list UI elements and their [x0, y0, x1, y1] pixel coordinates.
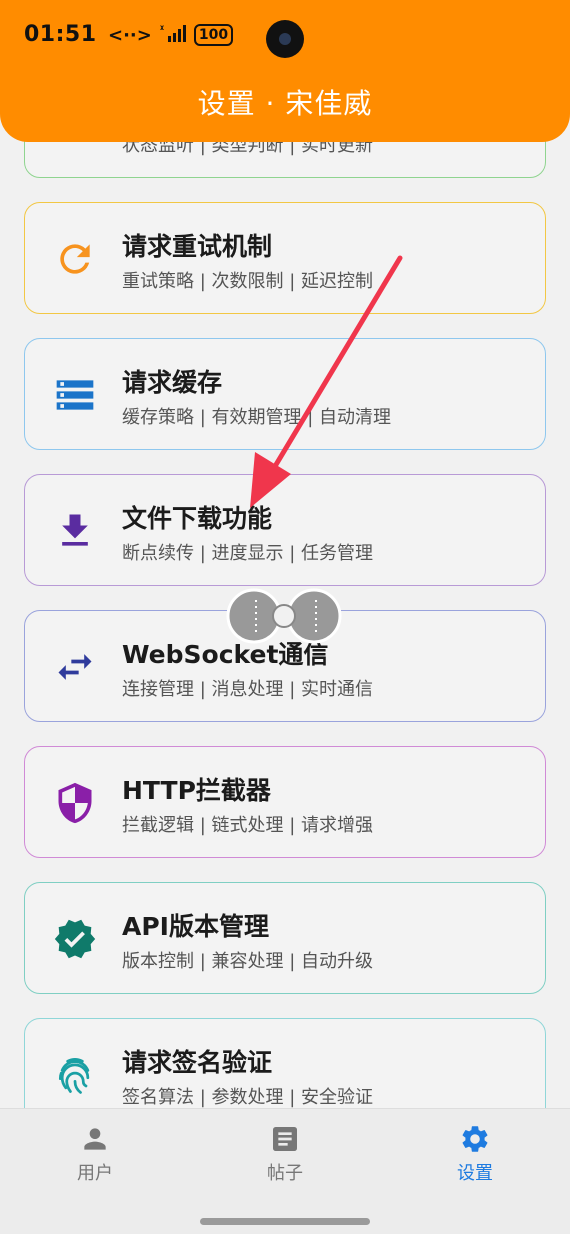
- status-time: 01:51: [24, 22, 97, 47]
- swap-icon: [53, 645, 97, 689]
- card-file-download[interactable]: 文件下载功能 断点续传 | 进度显示 | 任务管理: [24, 474, 546, 586]
- nav-item-users[interactable]: 用户: [35, 1123, 155, 1185]
- nav-label: 设置: [457, 1163, 493, 1184]
- gear-icon: [462, 1126, 488, 1152]
- card-subtitle: 签名算法 | 参数处理 | 安全验证: [122, 1087, 374, 1108]
- card-http-interceptor[interactable]: HTTP拦截器 拦截逻辑 | 链式处理 | 请求增强: [24, 746, 546, 858]
- storage-icon: [53, 373, 97, 417]
- bottom-navigation: 用户 帖子 设置: [0, 1108, 570, 1234]
- card-request-signature[interactable]: 请求签名验证 签名算法 | 参数处理 | 安全验证: [24, 1018, 546, 1108]
- card-subtitle: 版本控制 | 兼容处理 | 自动升级: [122, 951, 374, 972]
- status-bar: 01:51 <··> ᵡ 100: [0, 0, 570, 72]
- nav-label: 帖子: [267, 1163, 303, 1184]
- card-request-cache[interactable]: 请求缓存 缓存策略 | 有效期管理 | 自动清理: [24, 338, 546, 450]
- card-title: API版本管理: [122, 912, 269, 941]
- app-header: 01:51 <··> ᵡ 100 设置 · 宋佳威: [0, 0, 570, 142]
- settings-list[interactable]: 状态监听 | 类型判断 | 实时更新 请求重试机制 重试策略 | 次数限制 | …: [0, 0, 570, 1108]
- card-title: 请求签名验证: [122, 1048, 273, 1077]
- refresh-icon: [53, 237, 97, 281]
- card-subtitle: 重试策略 | 次数限制 | 延迟控制: [122, 271, 374, 292]
- card-subtitle: 缓存策略 | 有效期管理 | 自动清理: [122, 407, 392, 428]
- card-title: HTTP拦截器: [122, 776, 271, 805]
- download-icon: [53, 509, 97, 553]
- shield-icon: [53, 781, 97, 825]
- article-icon: [273, 1127, 297, 1151]
- nav-item-settings[interactable]: 设置: [415, 1123, 535, 1185]
- card-title: 请求重试机制: [122, 232, 273, 261]
- status-icons: <··> ᵡ 100: [108, 22, 234, 48]
- card-title: 请求缓存: [122, 368, 223, 397]
- card-api-version[interactable]: API版本管理 版本控制 | 兼容处理 | 自动升级: [24, 882, 546, 994]
- battery-indicator: 100: [193, 24, 234, 46]
- card-subtitle: 连接管理 | 消息处理 | 实时通信: [122, 679, 374, 700]
- card-title: 文件下载功能: [122, 504, 273, 533]
- signal-icon: ᵡ: [160, 23, 186, 48]
- person-icon: [84, 1128, 106, 1150]
- nav-label: 用户: [77, 1163, 113, 1184]
- nav-item-posts[interactable]: 帖子: [225, 1123, 345, 1185]
- verified-icon: [53, 917, 97, 961]
- signal-mark: ᵡ: [160, 24, 164, 35]
- card-subtitle: 拦截逻辑 | 链式处理 | 请求增强: [122, 815, 374, 836]
- page-title: 设置 · 宋佳威: [197, 87, 373, 120]
- card-subtitle: 断点续传 | 进度显示 | 任务管理: [122, 543, 374, 564]
- network-activity-icon: <··>: [108, 24, 152, 46]
- home-indicator[interactable]: [200, 1218, 370, 1225]
- front-camera: [266, 20, 304, 58]
- card-request-retry[interactable]: 请求重试机制 重试策略 | 次数限制 | 延迟控制: [24, 202, 546, 314]
- fingerprint-icon: [53, 1053, 97, 1097]
- binoculars-icon[interactable]: [224, 588, 344, 644]
